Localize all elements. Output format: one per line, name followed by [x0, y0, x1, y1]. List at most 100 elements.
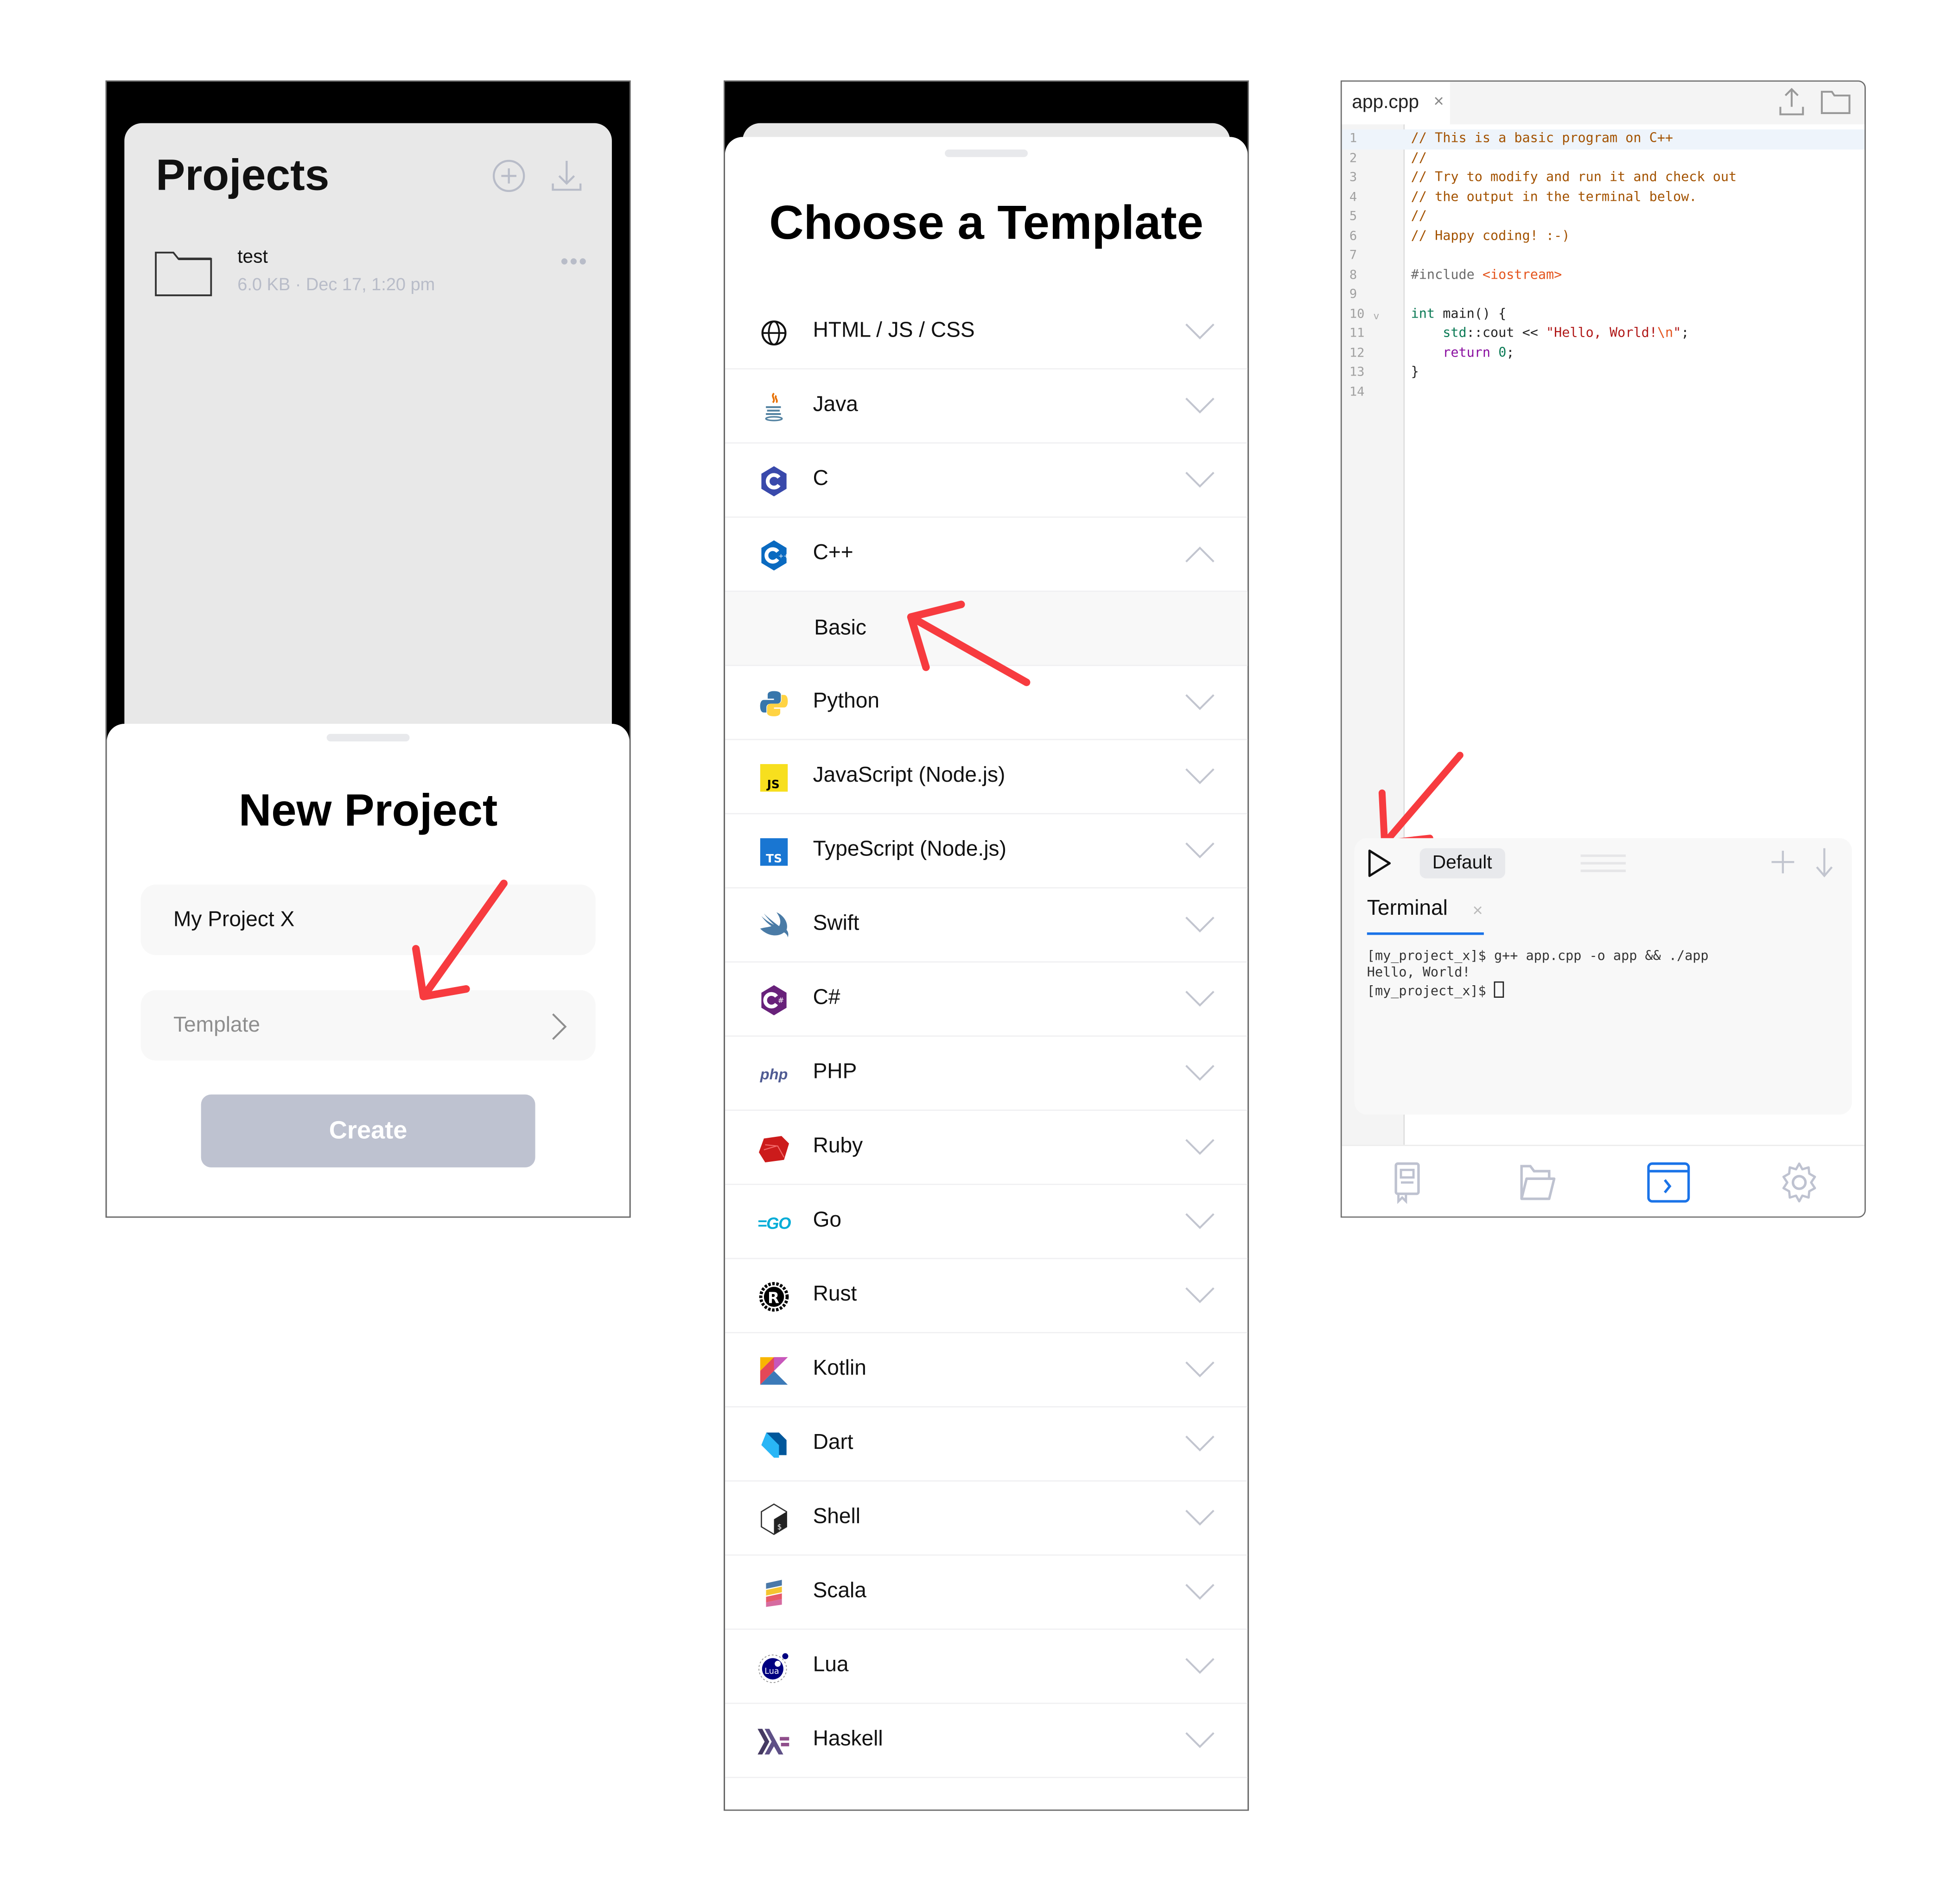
code-line: 3 // Try to modify and run it and check o…: [1342, 168, 1865, 188]
code-token: // Try to modify and run it and check ou…: [1411, 169, 1737, 185]
code-editor[interactable]: 1 // This is a basic program on C++ 2 // 3 //…: [1342, 129, 1865, 402]
language-row[interactable]: ++ C++: [725, 518, 1248, 592]
chevron-down-icon: [1185, 842, 1215, 859]
language-row[interactable]: Kotlin: [725, 1333, 1248, 1408]
run-play-icon[interactable]: [1366, 848, 1394, 878]
annotation-arrow: [907, 600, 1031, 686]
language-row[interactable]: php PHP: [725, 1037, 1248, 1111]
language-row[interactable]: Swift: [725, 888, 1248, 963]
code-token: #include: [1411, 267, 1483, 282]
language-row[interactable]: Java: [725, 370, 1248, 444]
language-row[interactable]: R Rust: [725, 1259, 1248, 1333]
language-row[interactable]: C: [725, 444, 1248, 518]
language-label: TypeScript (Node.js): [813, 837, 1006, 861]
folder-icon: [155, 251, 212, 296]
choose-template-sheet: Choose a Template HTML / JS / CSS Java C ++…: [725, 137, 1248, 1810]
language-row[interactable]: Lua Lua: [725, 1630, 1248, 1704]
terminal-output[interactable]: [my_project_x]$ g++ app.cpp -o app && ./…: [1367, 949, 1709, 1000]
active-tab-indicator: [1367, 932, 1484, 935]
code-line: 9: [1342, 285, 1865, 305]
template-picker[interactable]: Template: [140, 990, 596, 1061]
language-label: Swift: [813, 911, 859, 935]
shell-icon: $: [757, 1503, 790, 1536]
code-line: 8 #include <iostream>: [1342, 266, 1865, 285]
sheet-grabber[interactable]: [326, 733, 410, 742]
code-token: ": [1673, 325, 1681, 341]
line-number: 13: [1349, 365, 1365, 380]
chevron-down-icon: [1185, 768, 1215, 784]
language-list: HTML / JS / CSS Java C ++ C++ Basic Python JS Ja…: [725, 295, 1248, 1779]
plus-icon[interactable]: [1769, 848, 1797, 876]
book-icon[interactable]: [1386, 1161, 1428, 1204]
language-row[interactable]: Dart: [725, 1408, 1248, 1482]
arrow-down-icon[interactable]: [1814, 846, 1834, 878]
code-token: std: [1443, 325, 1467, 341]
folder-open-icon[interactable]: [1516, 1161, 1559, 1204]
language-row[interactable]: TS TypeScript (Node.js): [725, 814, 1248, 889]
code-line: 12 return 0;: [1342, 344, 1865, 363]
language-row[interactable]: Scala: [725, 1556, 1248, 1630]
plus-circle-icon[interactable]: [491, 158, 527, 193]
cpp-icon: ++: [757, 539, 790, 572]
language-label: C++: [813, 540, 853, 564]
run-scheme-chip[interactable]: Default: [1419, 848, 1505, 879]
haskell-icon: [757, 1725, 790, 1758]
language-row[interactable]: HTML / JS / CSS: [725, 295, 1248, 370]
language-row[interactable]: Haskell: [725, 1704, 1248, 1779]
language-row[interactable]: JS JavaScript (Node.js): [725, 740, 1248, 815]
sheet-grabber[interactable]: [945, 149, 1028, 157]
svg-text:++: ++: [778, 552, 789, 560]
share-icon[interactable]: [1776, 87, 1807, 117]
scala-icon: [757, 1577, 790, 1609]
code-text: //: [1411, 207, 1427, 227]
chevron-down-icon: [1185, 1732, 1215, 1748]
line-number: 1: [1349, 132, 1357, 146]
language-label: Dart: [813, 1430, 853, 1454]
code-token: ;: [1506, 344, 1515, 360]
code-token: \n: [1657, 325, 1674, 341]
file-tab[interactable]: app.cpp ×: [1342, 82, 1450, 125]
more-options-icon[interactable]: •••: [560, 249, 588, 275]
php-icon: php: [760, 1065, 788, 1084]
chevron-down-icon: [1185, 1139, 1215, 1155]
language-row[interactable]: Ruby: [725, 1111, 1248, 1185]
dart-icon: [757, 1429, 790, 1461]
terminal-icon[interactable]: [1647, 1161, 1690, 1204]
project-list-item[interactable]: test 6.0 KB · Dec 17, 1:20 pm •••: [154, 244, 588, 307]
code-text: //: [1411, 149, 1427, 168]
code-token: //: [1411, 208, 1427, 224]
editor-tab-bar: app.cpp ×: [1342, 82, 1865, 125]
code-text: int main() {: [1411, 305, 1507, 324]
terminal-tab[interactable]: Terminal: [1367, 896, 1448, 921]
create-button[interactable]: Create: [201, 1094, 535, 1167]
drag-handle-icon[interactable]: [1580, 853, 1626, 873]
folder-icon[interactable]: [1820, 87, 1851, 117]
close-tab-icon[interactable]: ×: [1433, 90, 1444, 110]
svg-text:#: #: [778, 996, 784, 1005]
language-row[interactable]: =GO Go: [725, 1185, 1248, 1259]
editor-screen: app.cpp × 1 // This is a basic program on…: [1340, 80, 1866, 1218]
language-label: Go: [813, 1207, 842, 1232]
language-label: Kotlin: [813, 1356, 866, 1380]
line-number: 8: [1349, 268, 1357, 282]
gear-icon[interactable]: [1778, 1161, 1820, 1204]
code-token: }: [1411, 364, 1419, 380]
projects-sheet: Projects test 6.0 KB · Dec 17, 1:20 pm •…: [124, 123, 612, 777]
download-icon[interactable]: [549, 158, 584, 193]
swift-icon: [757, 910, 790, 942]
terminal-prompt-line: [my_project_x]$: [1367, 981, 1709, 1001]
language-row[interactable]: # C#: [725, 963, 1248, 1037]
language-row[interactable]: $ Shell: [725, 1481, 1248, 1556]
python-icon: [757, 688, 790, 720]
line-number: 14: [1349, 385, 1365, 399]
project-name-input[interactable]: My Project X: [140, 885, 596, 955]
language-label: PHP: [813, 1059, 857, 1084]
fold-chevron-icon[interactable]: v: [1373, 306, 1379, 325]
chevron-down-icon: [1185, 1287, 1215, 1303]
language-label: Python: [813, 689, 880, 713]
projects-title: Projects: [156, 151, 330, 200]
code-text: // the output in the terminal below.: [1411, 188, 1697, 207]
csharp-icon: #: [757, 984, 790, 1016]
language-label: Scala: [813, 1578, 866, 1602]
close-terminal-icon[interactable]: ×: [1472, 900, 1483, 920]
